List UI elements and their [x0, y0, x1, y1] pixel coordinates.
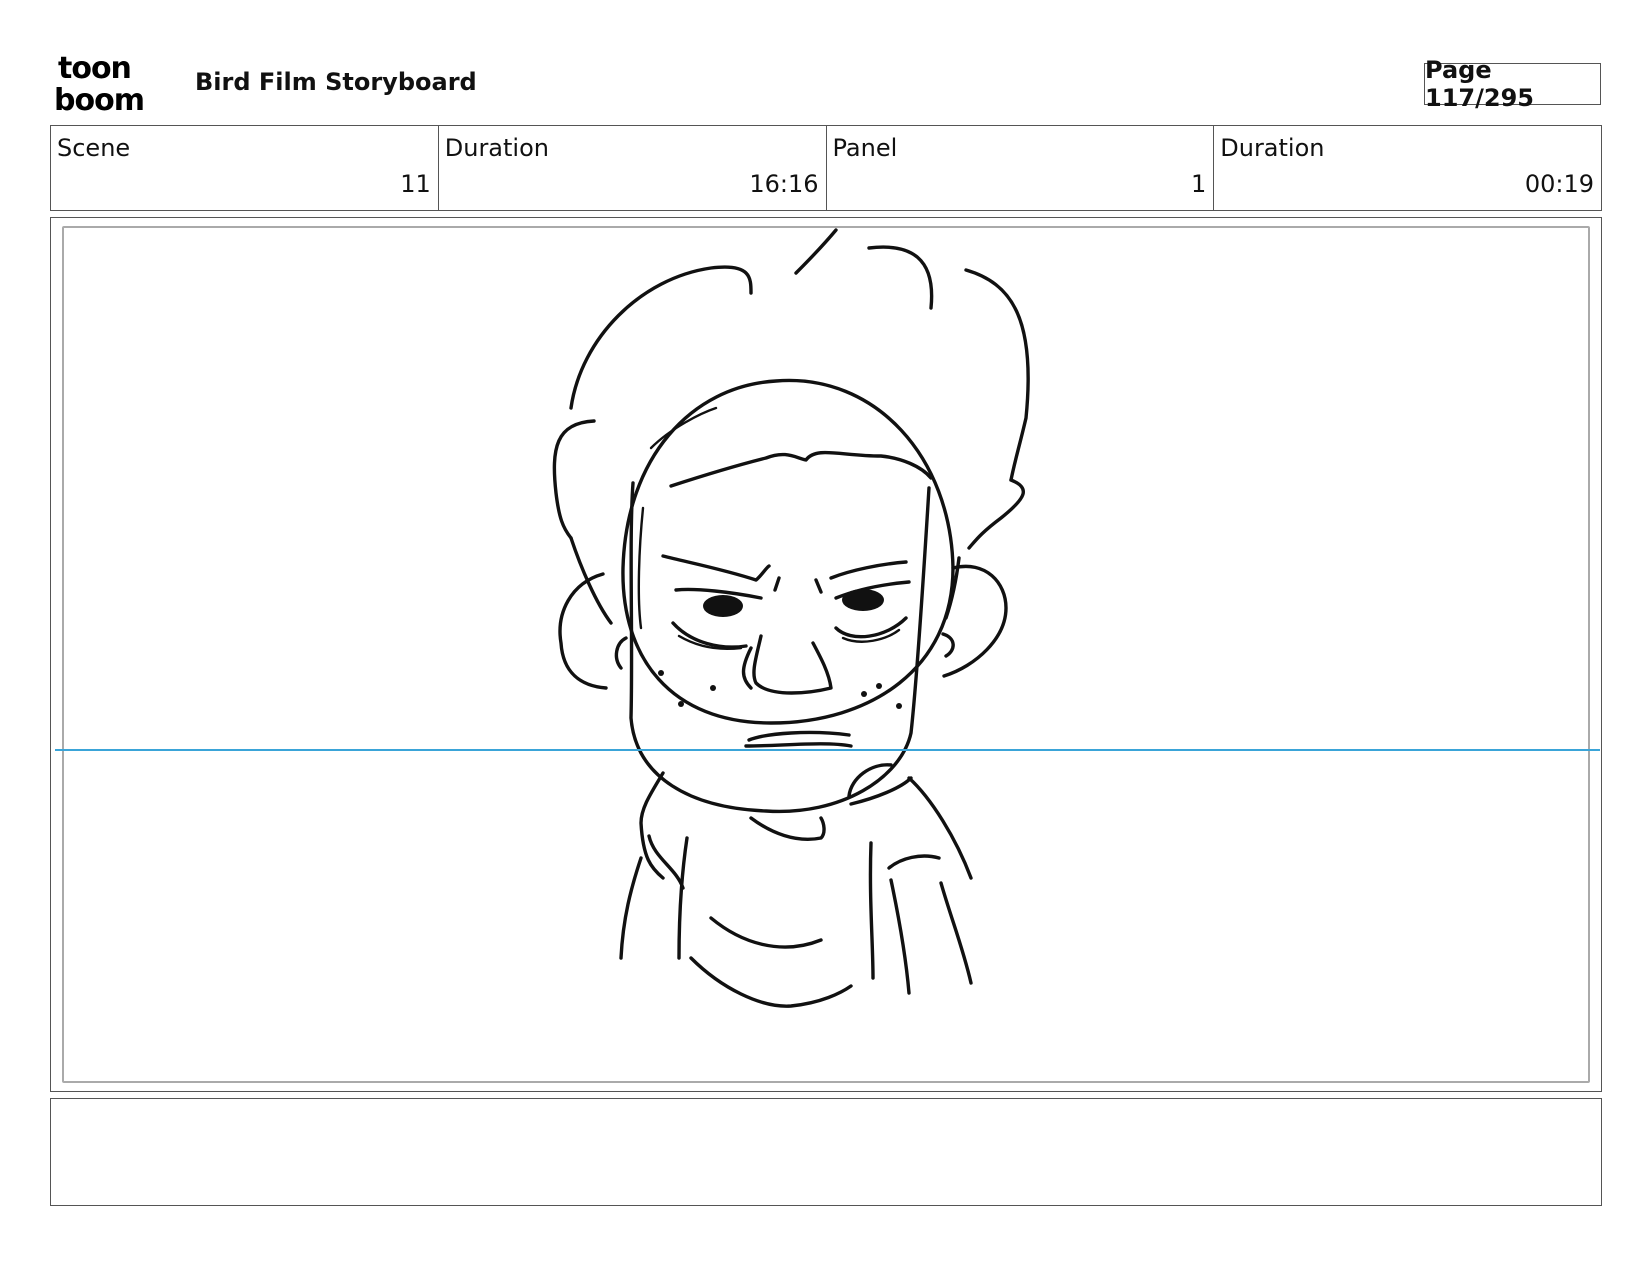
- panel-cell: Panel 1: [827, 126, 1215, 210]
- scene-value: 11: [400, 170, 431, 198]
- storyboard-panel: [50, 217, 1602, 1092]
- panel-label: Panel: [832, 134, 898, 162]
- panel-value: 1: [1190, 170, 1207, 198]
- panel-duration-value: 00:19: [1524, 170, 1594, 198]
- logo-text-bottom: boom: [54, 83, 144, 114]
- panel-duration-cell: Duration 00:19: [1214, 126, 1601, 210]
- horizon-guide-line: [55, 749, 1600, 751]
- logo-text-top: toon: [58, 52, 131, 86]
- panel-duration-label: Duration: [1220, 134, 1325, 162]
- scene-duration-value: 16:16: [749, 170, 819, 198]
- scene-duration-label: Duration: [444, 134, 549, 162]
- page-indicator: Page 117/295: [1424, 56, 1601, 112]
- scene-cell: Scene 11: [51, 126, 439, 210]
- scene-info-row: Scene 11 Duration 16:16 Panel 1 Duration…: [50, 125, 1602, 211]
- scene-label: Scene: [57, 134, 131, 162]
- toonboom-logo-icon: toon boom: [54, 52, 145, 114]
- document-title: Bird Film Storyboard: [195, 68, 477, 96]
- panel-notes-box[interactable]: [50, 1098, 1602, 1206]
- scene-duration-cell: Duration 16:16: [439, 126, 827, 210]
- character-sketch: [552, 228, 1030, 1008]
